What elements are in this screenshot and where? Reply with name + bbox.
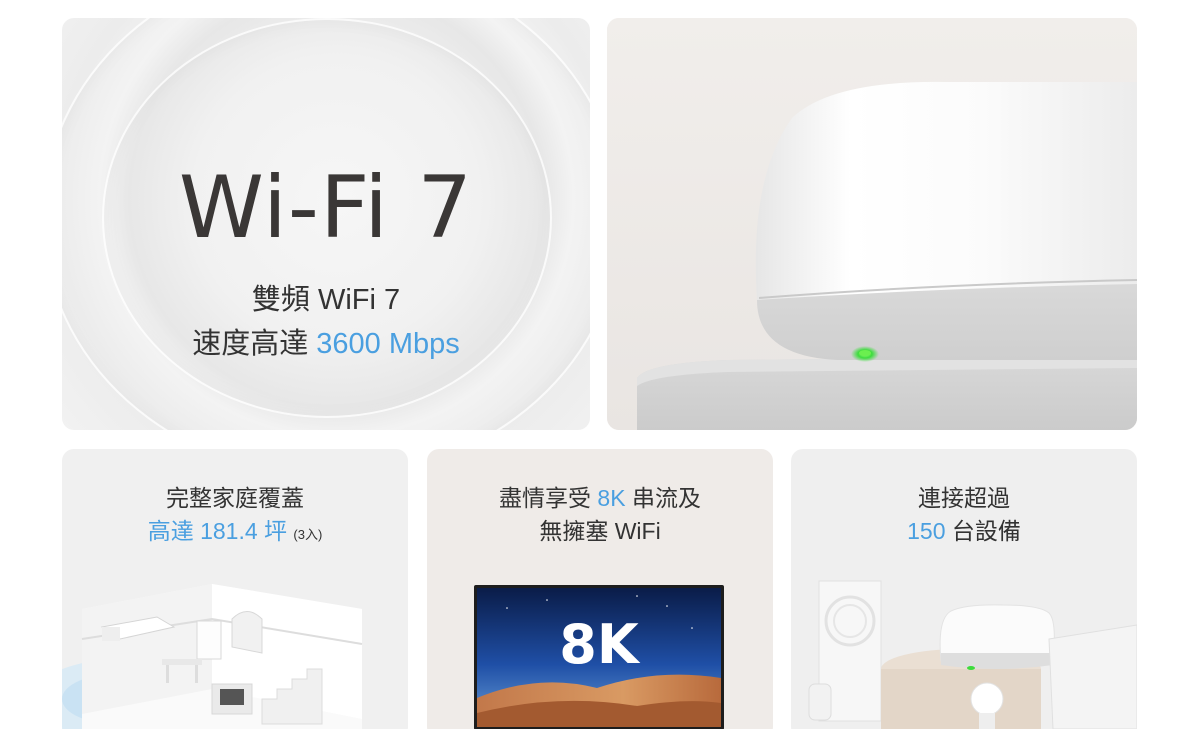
- devices-count-suffix: 台設備: [945, 518, 1021, 544]
- tv-8k-label: 8K: [559, 613, 639, 676]
- wifi7-feature-card: Wi-Fi 7 雙頻 WiFi 7 速度高達 3600 Mbps: [62, 18, 590, 430]
- speed-value: 3600 Mbps: [316, 328, 460, 360]
- coverage-note: (3入): [293, 527, 323, 542]
- wifi7-title: Wi-Fi 7: [178, 158, 474, 258]
- tv-illustration: 8K: [474, 585, 724, 729]
- devices-card: 連接超過 150 台設備: [791, 449, 1137, 729]
- coverage-heading: 完整家庭覆蓋: [166, 485, 304, 511]
- devices-heading: 連接超過: [918, 485, 1010, 511]
- home-floorplan-illustration: [62, 584, 363, 729]
- streaming-prefix: 盡情享受: [499, 485, 598, 511]
- router-illustration: [607, 18, 1137, 430]
- devices-count-text: 150 台設備: [791, 512, 1137, 546]
- streaming-8k-highlight: 8K: [597, 485, 626, 511]
- coverage-area-text: 高達 181.4 坪 (3入): [62, 512, 408, 546]
- streaming-heading: 盡情享受 8K 串流及: [427, 479, 773, 513]
- coverage-card: 完整家庭覆蓋 高達 181.4 坪 (3入): [62, 449, 408, 729]
- router-photo-card: [607, 18, 1137, 430]
- dual-band-text: 雙頻 WiFi 7: [251, 284, 401, 316]
- devices-illustration: [808, 580, 1137, 729]
- streaming-suffix: 串流及: [625, 485, 701, 511]
- speed-text: 速度高達 3600 Mbps: [62, 320, 590, 362]
- devices-count-value: 150: [907, 518, 946, 544]
- streaming-8k-card: 盡情享受 8K 串流及 無擁塞 WiFi 8K: [427, 449, 773, 729]
- streaming-subheading: 無擁塞 WiFi: [539, 518, 661, 544]
- coverage-area-value: 高達 181.4 坪: [147, 518, 288, 544]
- speed-prefix: 速度高達: [192, 328, 317, 360]
